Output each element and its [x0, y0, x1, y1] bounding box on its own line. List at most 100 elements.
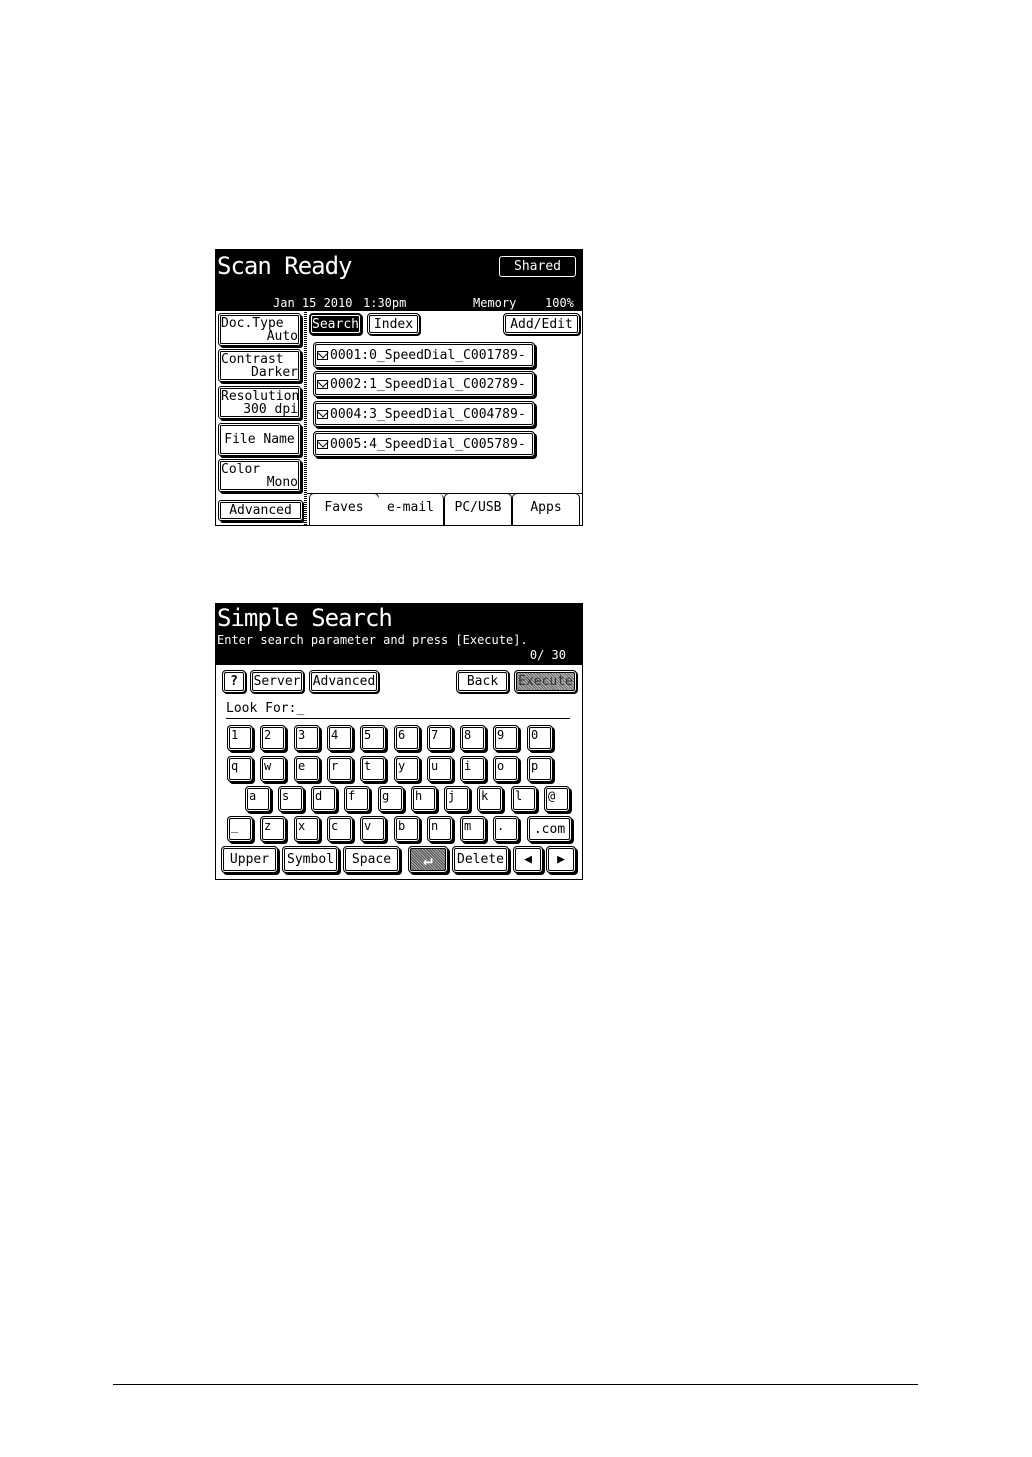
add-edit-button[interactable]: Add/Edit — [503, 313, 580, 335]
key-3[interactable]: 3 — [294, 725, 320, 751]
memory-label: Memory — [473, 296, 517, 310]
memory-value: 100% — [545, 296, 574, 310]
cursor-left-button[interactable]: ◀ — [513, 846, 543, 873]
key-8[interactable]: 8 — [460, 725, 486, 751]
key-z[interactable]: z — [260, 816, 286, 842]
entry-label: 0004:3_SpeedDial_C004789- — [330, 406, 526, 422]
cursor-right-button[interactable]: ▶ — [546, 846, 576, 873]
key-6[interactable]: 6 — [394, 725, 420, 751]
key-t[interactable]: t — [360, 756, 386, 782]
entry-label: 0002:1_SpeedDial_C002789- — [330, 376, 526, 392]
file-name-button[interactable]: File Name — [218, 423, 301, 456]
key-9[interactable]: 9 — [493, 725, 519, 751]
key-d[interactable]: d — [311, 786, 337, 812]
scan-ready-header: Scan Ready Shared Jan 15 2010 1:30pm Mem… — [216, 250, 582, 311]
key-s[interactable]: s — [278, 786, 304, 812]
key-c[interactable]: c — [327, 816, 353, 842]
look-for-cursor: _ — [296, 701, 305, 716]
tab-e-mail[interactable]: e-mail — [378, 494, 444, 525]
key-k[interactable]: k — [477, 786, 503, 812]
mail-icon — [317, 350, 328, 360]
space-button[interactable]: Space — [343, 846, 400, 873]
scan-ready-screen: Scan Ready Shared Jan 15 2010 1:30pm Mem… — [215, 249, 583, 526]
tab-pc-usb[interactable]: PC/USB — [444, 493, 512, 525]
tab-apps[interactable]: Apps — [512, 493, 580, 525]
key-a[interactable]: a — [245, 786, 271, 812]
mail-icon — [317, 409, 328, 419]
server-button[interactable]: Server — [250, 670, 304, 693]
simple-search-screen: Simple Search Enter search parameter and… — [215, 603, 583, 880]
enter-icon: ↵ — [423, 850, 433, 869]
search-tab-button[interactable]: Search — [309, 313, 362, 335]
page-title: Simple Search — [217, 604, 393, 632]
key-x[interactable]: x — [294, 816, 320, 842]
arrow-left-icon: ◀ — [524, 852, 532, 867]
key-e[interactable]: e — [294, 756, 320, 782]
key-g[interactable]: g — [378, 786, 404, 812]
list-item[interactable]: 0002:1_SpeedDial_C002789- — [313, 371, 535, 397]
key-h[interactable]: h — [411, 786, 437, 812]
execute-button[interactable]: Execute — [514, 670, 577, 693]
contrast-value: Darker — [251, 365, 298, 380]
key-p[interactable]: p — [527, 756, 553, 782]
back-button[interactable]: Back — [456, 670, 509, 693]
input-underline — [226, 718, 570, 719]
key-7[interactable]: 7 — [427, 725, 453, 751]
key-m[interactable]: m — [460, 816, 486, 842]
instruction-text: Enter search parameter and press [Execut… — [217, 633, 528, 647]
enter-button[interactable]: ↵ — [408, 846, 448, 873]
key-u[interactable]: u — [427, 756, 453, 782]
index-button[interactable]: Index — [367, 313, 420, 335]
key-2[interactable]: 2 — [260, 725, 286, 751]
key-v[interactable]: v — [360, 816, 386, 842]
key-dotcom[interactable]: .com — [527, 816, 572, 842]
key-j[interactable]: j — [444, 786, 470, 812]
list-item[interactable]: 0005:4_SpeedDial_C005789- — [313, 431, 535, 457]
page-title: Scan Ready — [217, 252, 352, 280]
key-i[interactable]: i — [460, 756, 486, 782]
arrow-right-icon: ▶ — [557, 852, 565, 867]
key-5[interactable]: 5 — [360, 725, 386, 751]
key-r[interactable]: r — [327, 756, 353, 782]
key-o[interactable]: o — [493, 756, 519, 782]
doc-type-value: Auto — [266, 329, 298, 344]
resolution-button[interactable]: Resolution 300 dpi — [218, 386, 301, 419]
mail-icon — [317, 379, 328, 389]
page-footer-rule — [113, 1384, 918, 1385]
key-0[interactable]: 0 — [527, 725, 553, 751]
doc-type-button[interactable]: Doc.Type Auto — [218, 313, 301, 346]
shared-button[interactable]: Shared — [499, 256, 576, 277]
color-value: Mono — [266, 475, 298, 490]
upper-button[interactable]: Upper — [221, 846, 278, 873]
key-q[interactable]: q — [227, 756, 253, 782]
color-button[interactable]: Color Mono — [218, 459, 301, 492]
mail-icon — [317, 439, 328, 449]
key-w[interactable]: w — [260, 756, 286, 782]
list-item[interactable]: 0001:0_SpeedDial_C001789- — [313, 342, 535, 368]
resolution-value: 300 dpi — [243, 402, 298, 417]
help-icon: ? — [230, 674, 238, 689]
key-1[interactable]: 1 — [227, 725, 253, 751]
delete-button[interactable]: Delete — [452, 846, 509, 873]
key-y[interactable]: y — [394, 756, 420, 782]
key-at[interactable]: @ — [544, 786, 570, 812]
key-f[interactable]: f — [344, 786, 370, 812]
list-item[interactable]: 0004:3_SpeedDial_C004789- — [313, 401, 535, 427]
tab-faves[interactable]: Faves — [309, 493, 379, 525]
key-n[interactable]: n — [427, 816, 453, 842]
advanced-button[interactable]: Advanced — [309, 670, 379, 693]
help-button[interactable]: ? — [222, 670, 246, 693]
look-for-label: Look For: — [226, 701, 297, 716]
entry-label: 0001:0_SpeedDial_C001789- — [330, 347, 526, 363]
look-for-field[interactable]: Look For:_ — [226, 701, 304, 716]
key-period[interactable]: . — [493, 816, 519, 842]
character-counter: 0/ 30 — [529, 648, 566, 662]
status-date: Jan 15 2010 — [273, 296, 353, 310]
key-4[interactable]: 4 — [327, 725, 353, 751]
key-b[interactable]: b — [394, 816, 420, 842]
symbol-button[interactable]: Symbol — [282, 846, 339, 873]
advanced-button[interactable]: Advanced — [218, 500, 303, 521]
key-l[interactable]: l — [511, 786, 537, 812]
key-underscore[interactable]: _ — [227, 816, 253, 842]
contrast-button[interactable]: Contrast Darker — [218, 349, 301, 382]
